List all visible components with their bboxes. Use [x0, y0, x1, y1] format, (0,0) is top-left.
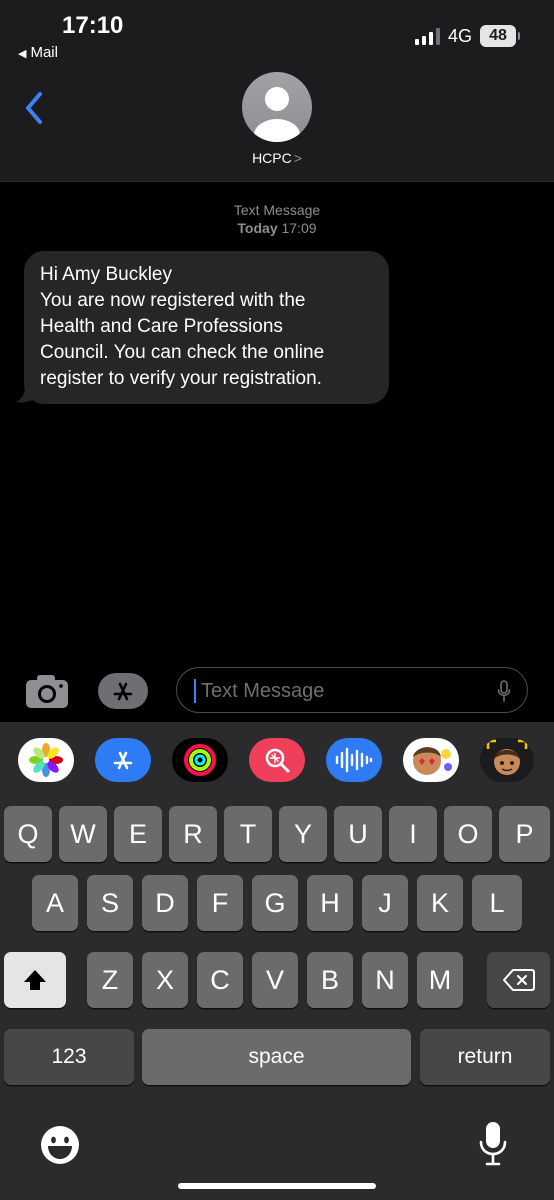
keyboard: Q W E R T Y U I O P A S D F G H J K L Z …	[0, 722, 554, 1200]
key-h[interactable]: H	[307, 875, 353, 931]
key-v[interactable]: V	[252, 952, 298, 1008]
key-d[interactable]: D	[142, 875, 188, 931]
key-u[interactable]: U	[334, 806, 382, 862]
return-key[interactable]: return	[420, 1029, 550, 1085]
space-key[interactable]: space	[142, 1029, 411, 1085]
audio-message-app-icon[interactable]	[326, 738, 382, 782]
memoji-stickers-app-icon[interactable]	[403, 738, 459, 782]
cellular-signal-icon	[414, 27, 440, 45]
contact-avatar[interactable]	[242, 72, 312, 142]
image-search-app-icon[interactable]	[249, 738, 305, 782]
battery-level: 48	[489, 27, 507, 44]
message-timestamp: Text Message Today 17:09	[0, 201, 554, 237]
key-n[interactable]: N	[362, 952, 408, 1008]
key-m[interactable]: M	[417, 952, 463, 1008]
key-p[interactable]: P	[499, 806, 550, 862]
back-app-label: Mail	[30, 44, 58, 61]
key-i[interactable]: I	[389, 806, 437, 862]
key-w[interactable]: W	[59, 806, 107, 862]
message-input[interactable]	[199, 677, 493, 705]
numbers-key[interactable]: 123	[4, 1029, 134, 1085]
key-e[interactable]: E	[114, 806, 162, 862]
status-time: 17:10	[62, 12, 124, 39]
emoji-icon[interactable]	[39, 1124, 81, 1166]
status-indicators: 4G 48	[414, 25, 520, 47]
back-chevron-icon[interactable]	[20, 88, 52, 128]
conversation-header: 17:10 ◀ Mail 4G 48 HCPC >	[0, 0, 554, 182]
app-store-app-icon[interactable]	[95, 738, 151, 782]
key-x[interactable]: X	[142, 952, 188, 1008]
photos-app-icon[interactable]	[18, 738, 74, 782]
backspace-icon	[502, 969, 535, 991]
back-triangle-icon: ◀	[18, 48, 27, 60]
key-y[interactable]: Y	[279, 806, 327, 862]
text-cursor	[194, 679, 196, 703]
home-indicator[interactable]	[178, 1183, 376, 1189]
network-type: 4G	[447, 25, 472, 46]
key-s[interactable]: S	[87, 875, 133, 931]
key-t[interactable]: T	[224, 806, 272, 862]
battery-icon: 48	[480, 25, 520, 47]
key-r[interactable]: R	[169, 806, 217, 862]
memoji-app-icon[interactable]	[480, 738, 534, 782]
incoming-message-bubble[interactable]: Hi Amy Buckley You are now registered wi…	[24, 251, 389, 404]
key-o[interactable]: O	[444, 806, 492, 862]
app-store-icon	[113, 682, 133, 701]
key-j[interactable]: J	[362, 875, 408, 931]
back-to-mail-link[interactable]: ◀ Mail	[18, 44, 58, 61]
shift-arrow-icon	[24, 970, 46, 990]
delete-key[interactable]	[487, 952, 550, 1008]
key-f[interactable]: F	[197, 875, 243, 931]
key-z[interactable]: Z	[87, 952, 133, 1008]
message-time: 17:09	[281, 220, 317, 236]
contact-name[interactable]: HCPC >	[0, 150, 554, 166]
message-line: Hi Amy Buckley	[40, 264, 172, 285]
imessage-app-strip	[0, 722, 554, 800]
microphone-icon[interactable]	[497, 680, 511, 702]
message-type-label: Text Message	[233, 202, 321, 218]
dictation-microphone-icon[interactable]	[478, 1120, 508, 1168]
contact-chevron-icon: >	[293, 150, 302, 166]
message-date: Today	[237, 220, 278, 236]
camera-icon[interactable]	[24, 673, 70, 709]
key-g[interactable]: G	[252, 875, 298, 931]
activity-app-icon[interactable]	[172, 738, 228, 782]
contact-name-label: HCPC	[252, 150, 292, 166]
message-line: Council. You can check the online	[40, 342, 325, 363]
key-c[interactable]: C	[197, 952, 243, 1008]
message-line: register to verify your registration.	[40, 368, 322, 389]
compose-bar	[0, 660, 554, 722]
key-l[interactable]: L	[472, 875, 522, 931]
key-b[interactable]: B	[307, 952, 353, 1008]
message-input-field[interactable]	[176, 667, 528, 713]
key-q[interactable]: Q	[4, 806, 52, 862]
shift-key[interactable]	[4, 952, 66, 1008]
message-line: You are now registered with the	[40, 290, 306, 311]
message-line: Health and Care Professions	[40, 316, 283, 337]
key-a[interactable]: A	[32, 875, 78, 931]
key-k[interactable]: K	[417, 875, 463, 931]
person-silhouette-icon	[254, 87, 300, 142]
app-store-button[interactable]	[98, 673, 148, 709]
